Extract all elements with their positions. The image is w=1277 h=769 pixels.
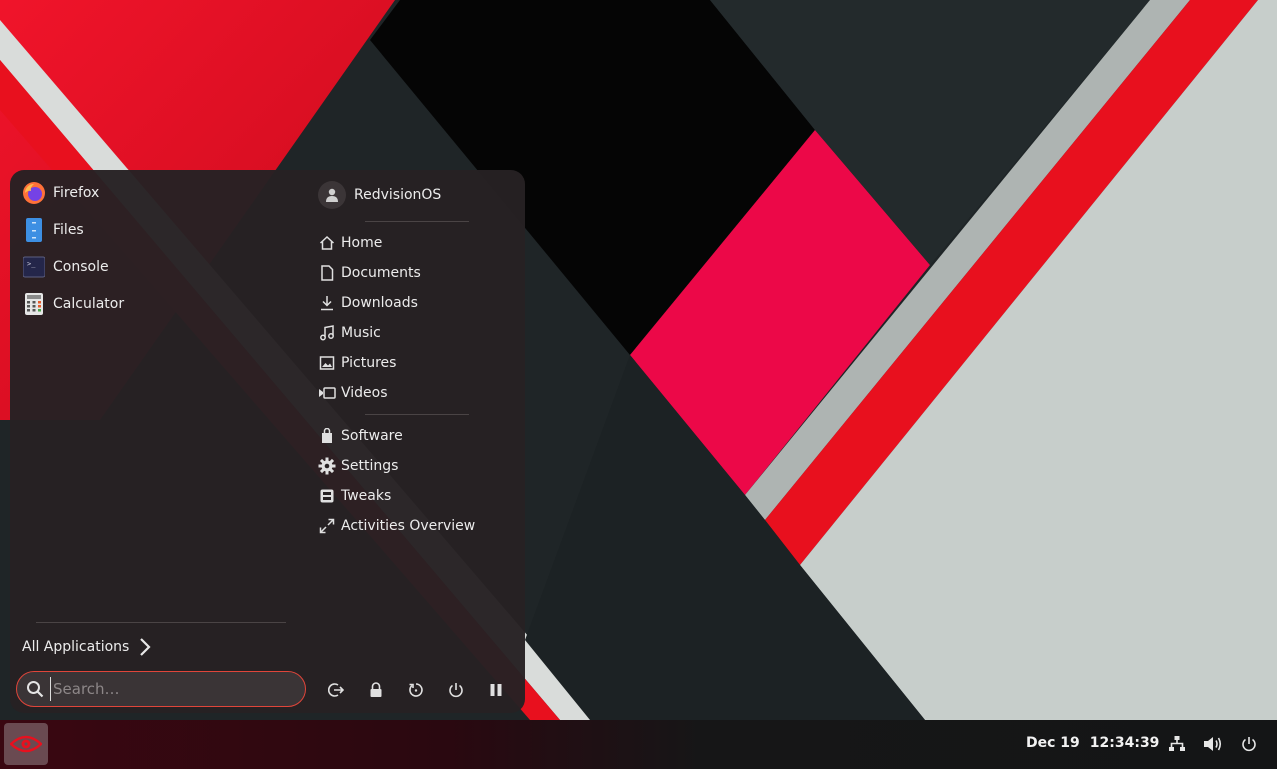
all-applications-button[interactable]: All Applications — [22, 633, 151, 661]
app-menu-button[interactable] — [4, 723, 48, 765]
clock[interactable]: Dec 19 12:34:39 — [1026, 735, 1159, 751]
place-item-videos[interactable]: Videos — [318, 380, 388, 406]
app-label: Console — [53, 259, 109, 275]
power-icon — [448, 682, 464, 698]
clock-date: Dec 19 — [1026, 735, 1080, 751]
volume-button[interactable] — [1203, 734, 1223, 754]
terminal-icon: >_ — [22, 255, 46, 279]
app-item-calculator[interactable]: Calculator — [22, 288, 124, 320]
firefox-icon — [22, 181, 46, 205]
system-item-settings[interactable]: Settings — [318, 453, 398, 479]
system-item-tweaks[interactable]: Tweaks — [318, 483, 391, 509]
app-label: Files — [53, 222, 84, 238]
app-label: Calculator — [53, 296, 125, 312]
separator — [365, 414, 469, 415]
place-label: Home — [341, 235, 383, 251]
separator — [365, 221, 469, 222]
place-item-documents[interactable]: Documents — [318, 260, 421, 286]
home-icon — [318, 234, 336, 252]
power-icon — [1241, 736, 1257, 752]
user-account-button[interactable]: RedvisionOS — [318, 180, 441, 210]
system-power-button[interactable] — [1239, 734, 1259, 754]
place-label: Downloads — [341, 295, 418, 311]
network-icon — [1168, 735, 1186, 753]
place-item-pictures[interactable]: Pictures — [318, 350, 396, 376]
place-label: Activities Overview — [341, 518, 476, 534]
separator — [36, 622, 286, 623]
video-icon — [318, 384, 336, 402]
lock-button[interactable] — [363, 678, 389, 702]
place-item-home[interactable]: Home — [318, 230, 382, 256]
restart-icon — [408, 682, 424, 698]
restart-button[interactable] — [403, 678, 429, 702]
search-icon — [26, 680, 44, 698]
place-item-music[interactable]: Music — [318, 320, 381, 346]
logout-icon — [328, 682, 344, 698]
suspend-button[interactable] — [483, 678, 509, 702]
user-name: RedvisionOS — [354, 187, 442, 203]
volume-icon — [1203, 735, 1223, 753]
document-icon — [318, 264, 336, 282]
logout-button[interactable] — [323, 678, 349, 702]
place-label: Tweaks — [341, 488, 392, 504]
tweaks-icon — [318, 487, 336, 505]
place-label: Music — [341, 325, 381, 341]
power-off-button[interactable] — [443, 678, 469, 702]
network-button[interactable] — [1167, 734, 1187, 754]
app-item-console[interactable]: >_ Console — [22, 251, 109, 283]
clock-time: 12:34:39 — [1089, 735, 1160, 751]
lock-icon — [369, 682, 383, 698]
app-item-firefox[interactable]: Firefox — [22, 177, 99, 209]
pause-icon — [489, 683, 503, 697]
eye-icon — [10, 734, 42, 754]
place-label: Documents — [341, 265, 421, 281]
chevron-right-icon — [139, 637, 151, 657]
place-item-downloads[interactable]: Downloads — [318, 290, 418, 316]
search-box[interactable] — [16, 671, 306, 707]
app-label: Firefox — [53, 185, 100, 201]
system-item-activities-overview[interactable]: Activities Overview — [318, 513, 475, 539]
arc-menu: Firefox Files >_ Console Calculator Redv… — [10, 170, 525, 713]
files-icon — [22, 218, 46, 242]
taskbar: Dec 19 12:34:39 — [0, 720, 1277, 769]
all-applications-label: All Applications — [22, 639, 130, 655]
place-label: Software — [341, 428, 403, 444]
search-input[interactable] — [50, 677, 280, 701]
svg-text:>_: >_ — [27, 260, 36, 268]
avatar-icon — [318, 181, 346, 209]
system-item-software[interactable]: Software — [318, 423, 403, 449]
app-item-files[interactable]: Files — [22, 214, 84, 246]
software-bag-icon — [318, 427, 336, 445]
image-icon — [318, 354, 336, 372]
gear-icon — [318, 457, 336, 475]
download-icon — [318, 294, 336, 312]
calculator-icon — [22, 292, 46, 316]
expand-icon — [318, 517, 336, 535]
music-icon — [318, 324, 336, 342]
place-label: Pictures — [341, 355, 397, 371]
place-label: Settings — [341, 458, 399, 474]
place-label: Videos — [341, 385, 388, 401]
